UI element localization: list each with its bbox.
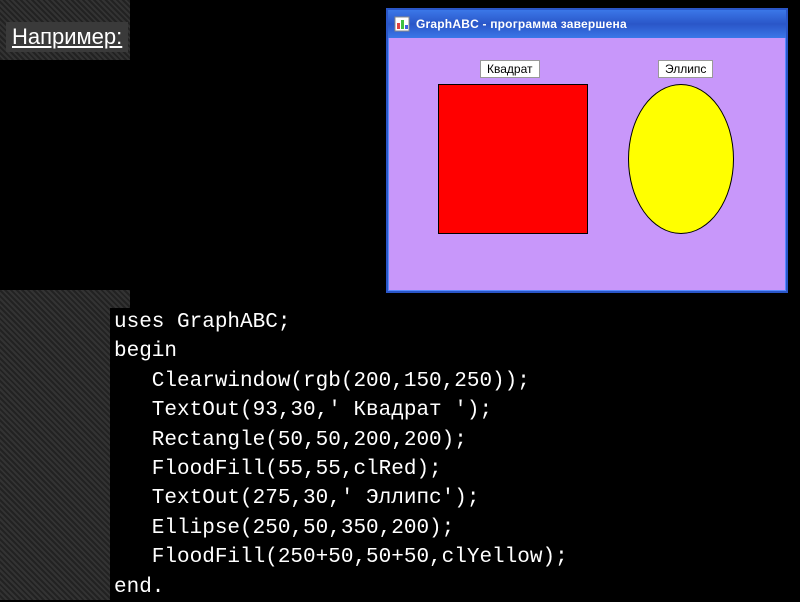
graphabc-window: GraphABC - программа завершена Квадрат Э… bbox=[386, 8, 788, 293]
example-heading: Например: bbox=[6, 22, 128, 52]
window-titlebar[interactable]: GraphABC - программа завершена bbox=[388, 10, 786, 38]
label-square: Квадрат bbox=[480, 60, 540, 78]
shape-square bbox=[438, 84, 588, 234]
window-title: GraphABC - программа завершена bbox=[416, 17, 627, 31]
app-icon bbox=[394, 16, 410, 32]
code-listing: uses GraphABC; begin Clearwindow(rgb(200… bbox=[110, 308, 568, 602]
drawing-canvas: Квадрат Эллипс bbox=[396, 44, 778, 283]
shape-ellipse bbox=[628, 84, 734, 234]
label-ellipse: Эллипс bbox=[658, 60, 713, 78]
